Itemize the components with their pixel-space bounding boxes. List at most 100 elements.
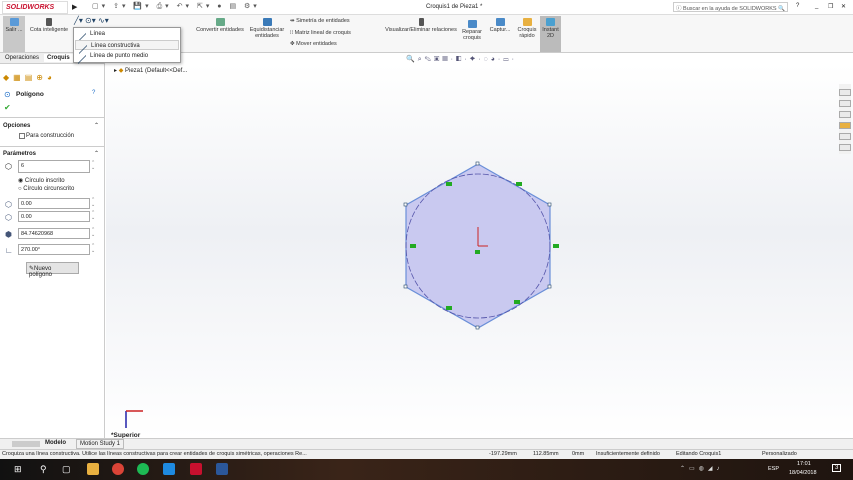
label: Simetría de entidades — [296, 18, 350, 24]
sides-input[interactable]: 6 — [18, 160, 90, 173]
sketch-canvas[interactable] — [106, 64, 853, 438]
diameter-icon: ⬢ — [5, 230, 12, 239]
diameter-input[interactable]: 84.74620968 — [18, 228, 90, 239]
instant2d-icon — [546, 18, 555, 26]
menu-item-linea-constructiva[interactable]: Línea constructiva — [75, 38, 179, 54]
label: Croquis rápido — [517, 27, 537, 39]
midpoint-line-icon — [78, 48, 86, 64]
angle-input[interactable]: 270.00° — [18, 244, 90, 255]
ok-checkmark-icon[interactable]: ✔ — [4, 103, 11, 112]
brand-text: SOLIDWORKS — [6, 4, 55, 11]
units-selector[interactable]: Personalizado — [762, 451, 797, 457]
label: Captur... — [489, 27, 511, 33]
angle-spinner[interactable]: ⌃ ⌄ — [91, 244, 95, 254]
repair-icon — [467, 20, 477, 28]
quick-access-toolbar[interactable]: ▢▾ ⇪▾ 💾▾ ⎙▾ ↶▾ ⇱▾ ● ▤ ⚙▾ — [92, 2, 260, 11]
tab-scroll[interactable] — [12, 441, 40, 447]
start-icon[interactable]: ⊞ — [14, 464, 22, 475]
label: Círculo inscrito — [24, 178, 65, 184]
help-search-input[interactable]: ⓘ Buscar en la ayuda de SOLIDWORKS 🔍 — [673, 2, 788, 12]
graphics-area[interactable]: ▸ ◆ Pieza1 (Default<<Def... 🔍⌕✎▣▤·◧·✦·◌◕… — [106, 56, 853, 439]
exit-sketch-button[interactable]: Salir ... — [3, 16, 25, 52]
heads-up-view-toolbar[interactable]: 🔍⌕✎▣▤·◧·✦·◌◕·▭· — [406, 55, 517, 64]
help-button[interactable]: ? — [796, 3, 799, 9]
panel-tabs[interactable]: ◆▦▤⊕◕ — [3, 73, 56, 82]
solidworks-taskbar-icon[interactable] — [190, 463, 202, 475]
status-state: Insuficientemente definido — [596, 451, 660, 457]
collapse-icon[interactable]: ⌃ — [94, 122, 99, 129]
label: Convertir entidades — [196, 27, 244, 33]
instant2d-button[interactable]: Instant 2D — [540, 16, 561, 52]
task-view-icon[interactable]: ▢ — [62, 464, 71, 475]
tab-croquis[interactable]: Croquis — [44, 54, 73, 62]
collapse-icon[interactable]: ⌃ — [94, 150, 99, 157]
circumscribed-radio[interactable]: ○ Círculo circunscrito — [18, 186, 74, 192]
language-indicator[interactable]: ESP — [768, 466, 779, 472]
polygon-icon: ⊙ — [4, 90, 11, 99]
triad-icon — [125, 410, 143, 428]
spotify-icon[interactable] — [137, 463, 149, 475]
construction-checkbox[interactable] — [19, 133, 25, 139]
linear-pattern-button[interactable]: ⁞⁞ Matriz lineal de croquis — [290, 30, 351, 36]
smart-dimension-icon — [46, 18, 52, 26]
label: Cota inteligente — [29, 27, 69, 33]
diameter-spinner[interactable]: ⌃ ⌄ — [91, 228, 95, 238]
convert-entities-button[interactable]: Convertir entidades — [194, 16, 246, 33]
mirror-entities-button[interactable]: ⇹ Simetría de entidades — [290, 18, 350, 24]
angle-icon: ∟ — [5, 246, 13, 255]
tab-operaciones[interactable]: Operaciones — [2, 54, 42, 62]
search-placeholder: Buscar en la ayuda de SOLIDWORKS — [683, 6, 777, 12]
sides-spinner[interactable]: ⌃ ⌄ — [91, 161, 95, 171]
construction-label: Para construcción — [26, 133, 75, 139]
menu-item-punto-medio[interactable]: Línea de punto medio — [75, 48, 179, 64]
new-polygon-button[interactable]: ✎Nuevo polígono — [26, 262, 79, 278]
line-tool-button[interactable]: ╱▾ ⊙▾ ∿▾ — [74, 17, 109, 25]
status-z: 0mm — [572, 451, 585, 457]
display-relations-button[interactable]: Visualizar/Eliminar relaciones — [382, 16, 460, 33]
status-message: Croquiza una línea constructiva. Utilice… — [2, 451, 307, 457]
panel-title: Polígono — [16, 91, 44, 98]
x-spinner[interactable]: ⌃ ⌄ — [91, 198, 95, 208]
move-entities-button[interactable]: ✥ Mover entidades — [290, 41, 337, 47]
relations-icon — [418, 18, 424, 26]
label: Línea constructiva — [91, 43, 140, 49]
teamviewer-icon[interactable] — [163, 463, 175, 475]
params-header[interactable]: Parámetros — [3, 151, 36, 157]
center-y-icon: ⬡ — [5, 213, 12, 222]
offset-entities-button[interactable]: Equidistanciar entidades — [248, 16, 286, 39]
tab-modelo[interactable]: Modelo — [45, 440, 66, 446]
clock-date[interactable]: 18/04/2018 — [789, 470, 817, 476]
capture-button[interactable]: Captur... — [487, 16, 513, 33]
y-spinner[interactable]: ⌃ ⌄ — [91, 211, 95, 221]
restore-button[interactable]: ❐ — [828, 3, 833, 10]
word-icon[interactable] — [216, 463, 228, 475]
label: Instant 2D — [542, 27, 559, 39]
repair-sketch-button[interactable]: Reparar croquis — [460, 18, 484, 41]
options-header[interactable]: Opciones — [3, 123, 30, 129]
file-explorer-icon[interactable] — [87, 463, 99, 475]
solidworks-logo[interactable]: SOLIDWORKS — [2, 1, 68, 14]
notifications-icon[interactable]: 3 — [832, 464, 842, 472]
inscribed-radio[interactable]: ◉ Círculo inscrito — [18, 177, 65, 184]
label: Visualizar/Eliminar relaciones — [385, 27, 457, 33]
help-icon[interactable]: ? — [92, 90, 95, 96]
expand-menu-icon[interactable]: ▶ — [72, 3, 77, 11]
label: Línea de punto medio — [90, 53, 149, 59]
minimize-button[interactable]: _ — [815, 3, 818, 9]
center-x-input[interactable]: 0.00 — [18, 198, 90, 209]
center-y-input[interactable]: 0.00 — [18, 211, 90, 222]
search-icon[interactable]: ⚲ — [40, 464, 47, 475]
smart-dimension-button[interactable]: Cota inteligente — [27, 16, 71, 33]
status-y: 112.85mm — [533, 451, 559, 457]
label: Mover entidades — [296, 41, 337, 47]
system-tray-icons[interactable]: ⌃▭◍◢♪ — [680, 465, 724, 472]
close-button[interactable]: ✕ — [841, 3, 846, 10]
status-bar: Croquiza una línea constructiva. Utilice… — [0, 449, 853, 459]
menu-item-linea[interactable]: Línea — [75, 26, 179, 42]
chrome-icon[interactable] — [112, 463, 124, 475]
tab-motion-study[interactable]: Motion Study 1 — [76, 439, 125, 449]
quick-sketch-button[interactable]: Croquis rápido — [515, 16, 539, 39]
clock-time[interactable]: 17:01 — [797, 461, 811, 467]
label: Reparar croquis — [462, 29, 482, 41]
windows-taskbar: ⊞ ⚲ ▢ ⌃▭◍◢♪ ESP 17:01 18/04/2018 3 — [0, 459, 853, 480]
